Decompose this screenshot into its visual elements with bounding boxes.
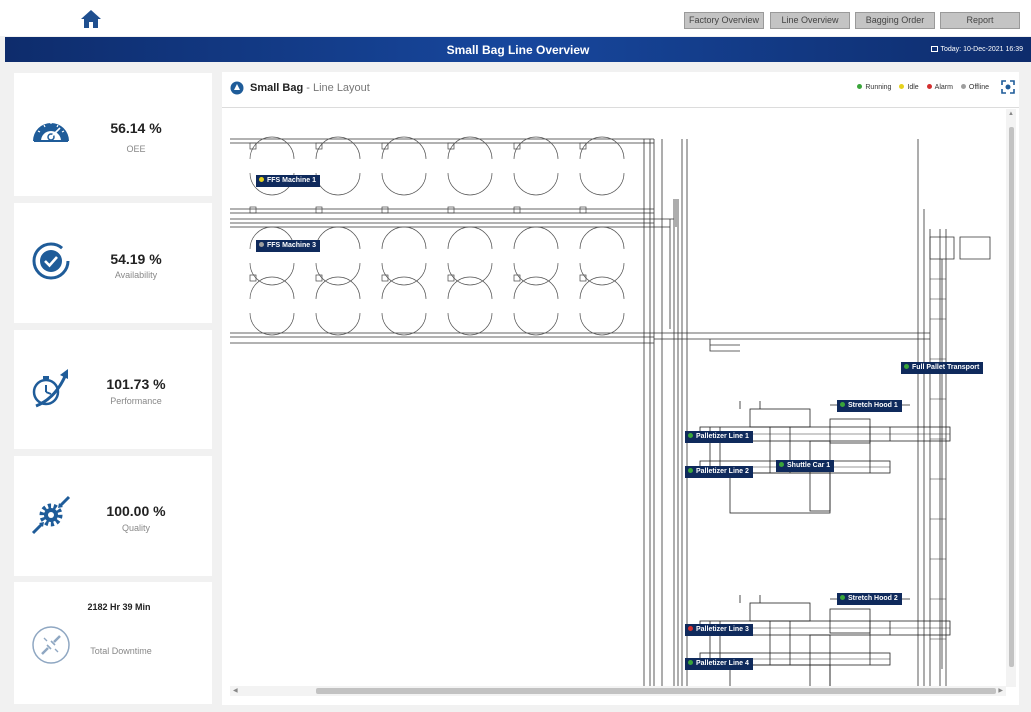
running-status-dot-icon: [840, 595, 845, 600]
performance-label: Performance: [110, 396, 162, 406]
running-status-dot-icon: [688, 660, 693, 665]
downtime-value: 2182 Hr 39 Min: [87, 602, 151, 612]
machine-label-stretch-hood-1[interactable]: Stretch Hood 1: [837, 400, 902, 412]
line-overview-button[interactable]: Line Overview: [770, 12, 850, 29]
quality-label: Quality: [121, 523, 150, 533]
expand-icon[interactable]: [1001, 80, 1015, 94]
alarm-dot-icon: [926, 84, 932, 89]
machine-label-text: Palletizer Line 4: [696, 660, 749, 667]
top-bar: Factory Overview Line Overview Bagging O…: [0, 0, 1031, 36]
panel-title-bold: Small Bag: [250, 82, 304, 94]
oee-label: OEE: [126, 144, 146, 154]
quality-value: 100.00 %: [106, 503, 166, 519]
page-title: Small Bag Line Overview: [446, 43, 590, 57]
machine-label-ffs-1[interactable]: FFS Machine 1: [256, 175, 321, 187]
machine-label-stretch-hood-2[interactable]: Stretch Hood 2: [837, 593, 902, 605]
horizontal-scrollbar[interactable]: ◀ ▶: [230, 686, 1006, 696]
availability-value: 54.19 %: [110, 251, 162, 267]
running-dot-icon: [857, 84, 863, 89]
title-bar: Small Bag Line Overview Today: 10-Dec-20…: [5, 37, 1031, 62]
calendar-icon: [930, 46, 938, 52]
running-status-dot-icon: [688, 433, 693, 438]
legend-offline: Offline: [968, 84, 989, 91]
date-display: Today: 10-Dec-2021 16:39: [930, 46, 1024, 53]
alarm-status-dot-icon: [688, 626, 693, 631]
machine-label-palletizer-2[interactable]: Palletizer Line 2: [685, 466, 753, 478]
idle-status-dot-icon: [259, 177, 264, 182]
date-text: Today: 10-Dec-2021 16:39: [940, 46, 1024, 53]
scroll-right-icon[interactable]: ▶: [998, 687, 1003, 694]
machine-label-shuttle-car-1[interactable]: Shuttle Car 1: [776, 460, 835, 472]
machine-label-text: FFS Machine 3: [267, 242, 317, 249]
kpi-card-performance: 101.73 % Performance: [14, 330, 212, 449]
machine-label-text: Shuttle Car 1: [787, 462, 831, 469]
running-status-dot-icon: [904, 364, 909, 369]
layout-drawing-area[interactable]: FFS Machine 1 FFS Machine 3 Full Pallet …: [230, 109, 1006, 687]
vertical-scroll-thumb[interactable]: [1009, 127, 1014, 667]
availability-label: Availability: [114, 270, 158, 280]
machine-label-ffs-3[interactable]: FFS Machine 3: [256, 240, 321, 252]
machine-label-text: Stretch Hood 2: [848, 595, 898, 602]
line-layout-panel: Small Bag - Line Layout Running Idle Ala…: [222, 72, 1019, 705]
stopwatch-arrow-icon: [32, 369, 68, 408]
running-status-dot-icon: [688, 468, 693, 473]
machine-label-text: Palletizer Line 1: [696, 433, 749, 440]
running-status-dot-icon: [779, 462, 784, 467]
machine-label-text: Palletizer Line 2: [696, 468, 749, 475]
scroll-up-icon[interactable]: ▲: [1008, 111, 1014, 117]
oee-value: 56.14 %: [110, 120, 162, 136]
downtime-label: Total Downtime: [90, 646, 152, 656]
bagging-order-button[interactable]: Bagging Order: [855, 12, 935, 29]
machine-label-palletizer-4[interactable]: Palletizer Line 4: [685, 658, 753, 670]
logo-icon: [230, 81, 244, 95]
running-status-dot-icon: [840, 402, 845, 407]
kpi-card-quality: 100.00 % Quality: [14, 456, 212, 576]
factory-overview-button[interactable]: Factory Overview: [684, 12, 764, 29]
machine-label-text: Palletizer Line 3: [696, 626, 749, 633]
legend-alarm: Alarm: [934, 84, 953, 91]
machine-label-palletizer-1[interactable]: Palletizer Line 1: [685, 431, 753, 443]
panel-header: Small Bag - Line Layout Running Idle Ala…: [222, 72, 1019, 108]
kpi-card-availability: 54.19 % Availability: [14, 203, 212, 323]
speedometer-icon: [33, 122, 69, 142]
gear-arrows-icon: [31, 495, 71, 535]
disconnect-icon: [32, 626, 70, 664]
legend-idle: Idle: [907, 84, 919, 91]
idle-dot-icon: [899, 84, 905, 89]
report-button[interactable]: Report: [940, 12, 1020, 29]
horizontal-scroll-thumb[interactable]: [316, 688, 996, 694]
machine-label-palletizer-3[interactable]: Palletizer Line 3: [685, 624, 753, 636]
machine-label-full-pallet-transport[interactable]: Full Pallet Transport: [901, 362, 984, 374]
performance-value: 101.73 %: [106, 376, 166, 392]
scroll-left-icon[interactable]: ◀: [233, 687, 238, 694]
kpi-card-downtime: 2182 Hr 39 Min Total Downtime: [14, 582, 212, 704]
status-legend: Running Idle Alarm Offline: [851, 84, 989, 91]
machine-label-text: Full Pallet Transport: [912, 364, 980, 371]
home-icon[interactable]: [80, 9, 102, 29]
offline-status-dot-icon: [259, 242, 264, 247]
check-circle-icon: [32, 242, 70, 280]
panel-title: Small Bag - Line Layout: [250, 82, 370, 94]
machine-label-text: FFS Machine 1: [267, 177, 317, 184]
kpi-card-oee: 56.14 % OEE: [14, 73, 212, 196]
legend-running: Running: [865, 84, 892, 91]
vertical-scrollbar[interactable]: ▲: [1006, 109, 1016, 687]
machine-label-text: Stretch Hood 1: [848, 402, 898, 409]
panel-title-rest: - Line Layout: [303, 82, 370, 94]
offline-dot-icon: [960, 84, 966, 89]
